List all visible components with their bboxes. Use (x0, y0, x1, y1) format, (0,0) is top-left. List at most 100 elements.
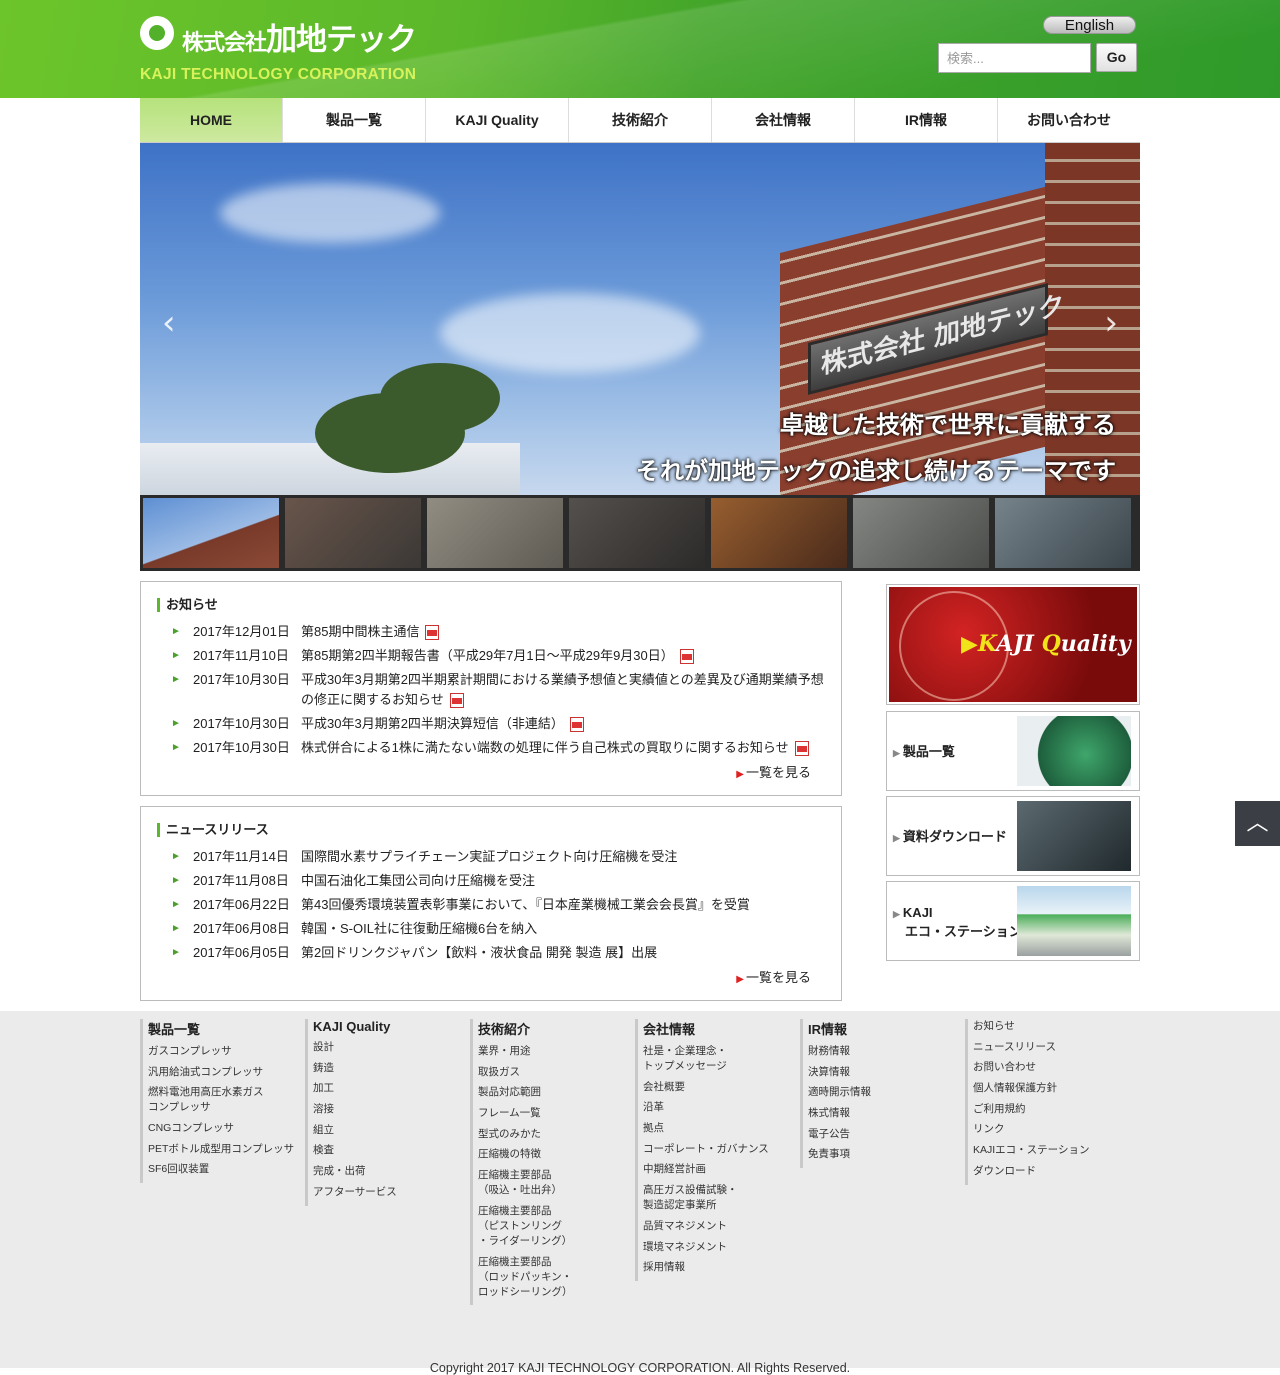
nav-ir[interactable]: IR情報 (855, 98, 998, 142)
footer-link[interactable]: 拠点 (643, 1121, 793, 1136)
search-input[interactable] (938, 43, 1091, 73)
footer-link[interactable]: SF6回収装置 (148, 1162, 298, 1177)
footer-link[interactable]: フレーム一覧 (478, 1106, 628, 1121)
downloads-banner[interactable]: ▶ 資料ダウンロード (886, 796, 1140, 876)
footer-col-title[interactable]: 会社情報 (643, 1019, 793, 1038)
notice-item[interactable]: ► 2017年10月30日 株式併合による1株に満たない端数の処理に伴う自己株式の買… (157, 738, 825, 758)
nav-kaji-quality[interactable]: KAJI Quality (426, 98, 569, 142)
bullet-icon: ► (171, 851, 181, 862)
thumbnail[interactable] (285, 498, 421, 568)
footer-link[interactable]: 業界・用途 (478, 1044, 628, 1059)
footer-link[interactable]: 検査 (313, 1143, 463, 1158)
thumbnail[interactable] (569, 498, 705, 568)
english-button[interactable]: English (1043, 16, 1136, 34)
footer-link[interactable]: ご利用規約 (973, 1102, 1123, 1117)
thumbnail[interactable] (995, 498, 1131, 568)
nav-products[interactable]: 製品一覧 (283, 98, 426, 142)
footer-col-title[interactable]: IR情報 (808, 1019, 958, 1038)
footer-link[interactable]: 採用情報 (643, 1260, 793, 1275)
footer-link[interactable]: 品質マネジメント (643, 1219, 793, 1234)
kaji-quality-label: ▶KAJI Quality (961, 631, 1131, 657)
hero-slider[interactable]: 株式会社 加地テック 卓越した技術で世界に貢献する それが加地テックの追求し続け… (140, 143, 1140, 495)
footer-link[interactable]: 燃料電池用高圧水素ガス コンプレッサ (148, 1085, 298, 1115)
chevron-left-icon[interactable]: ‹ (162, 303, 176, 343)
footer-link[interactable]: PETボトル成型用コンプレッサ (148, 1142, 298, 1157)
footer-col-kaji-quality: KAJI Quality 設計 鋳造 加工 溶接 組立 検査 完成・出荷 アフタ… (305, 1019, 463, 1206)
footer-link[interactable]: ニュースリリース (973, 1040, 1123, 1055)
footer-link[interactable]: 沿革 (643, 1100, 793, 1115)
footer-link[interactable]: 組立 (313, 1123, 463, 1138)
footer-link[interactable]: ダウンロード (973, 1164, 1123, 1179)
news-date: 2017年06月08日 (193, 921, 290, 936)
news-item[interactable]: ► 2017年06月22日 第43回優秀環境装置表彰事業において、『日本産業機械工業… (157, 895, 825, 915)
notice-item[interactable]: ► 2017年10月30日 平成30年3月期第2四半期累計期間における業績予想値と実… (157, 670, 825, 710)
products-banner[interactable]: ▶ 製品一覧 (886, 711, 1140, 791)
footer-link[interactable]: 圧縮機主要部品 （ロッドパッキン・ ロッドシーリング） (478, 1255, 628, 1300)
company-logo[interactable]: 株式会社加地テック KAJI TECHNOLOGY CORPORATION (140, 12, 450, 88)
footer-link[interactable]: 鋳造 (313, 1061, 463, 1076)
footer-link[interactable]: 設計 (313, 1040, 463, 1055)
thumbnail[interactable] (853, 498, 989, 568)
footer-link[interactable]: 取扱ガス (478, 1065, 628, 1080)
footer-link[interactable]: 製品対応範囲 (478, 1085, 628, 1100)
footer-link[interactable]: 圧縮機主要部品 （吸込・吐出弁） (478, 1168, 628, 1198)
thumbnail[interactable] (711, 498, 847, 568)
footer-link[interactable]: 社是・企業理念・ トップメッセージ (643, 1044, 793, 1074)
footer-col-title[interactable]: 製品一覧 (148, 1019, 298, 1038)
footer-link[interactable]: 型式のみかた (478, 1127, 628, 1142)
footer-link[interactable]: 完成・出荷 (313, 1164, 463, 1179)
nav-home[interactable]: HOME (140, 98, 283, 142)
footer-link[interactable]: 加工 (313, 1081, 463, 1096)
notice-item[interactable]: ► 2017年12月01日 第85期中間株主通信 (157, 622, 825, 642)
footer-col-technology: 技術紹介 業界・用途 取扱ガス 製品対応範囲 フレーム一覧 型式のみかた 圧縮機… (470, 1019, 628, 1306)
thumbnail[interactable] (143, 498, 279, 568)
footer-link[interactable]: 適時開示情報 (808, 1085, 958, 1100)
thumbnail[interactable] (427, 498, 563, 568)
news-more-link[interactable]: ▶ 一覧を見る (736, 967, 811, 986)
bullet-icon: ► (171, 674, 181, 685)
footer-link[interactable]: 汎用給油式コンプレッサ (148, 1065, 298, 1080)
hero-caption-line1: 卓越した技術で世界に貢献する (780, 410, 1116, 439)
notice-item[interactable]: ► 2017年10月30日 平成30年3月期第2四半期決算短信（非連結） (157, 714, 825, 734)
search-go-button[interactable]: Go (1096, 43, 1137, 72)
footer-link[interactable]: 溶接 (313, 1102, 463, 1117)
chevron-right-icon[interactable]: › (1104, 303, 1118, 343)
footer-link[interactable]: 圧縮機主要部品 （ピストンリング ・ライダーリング） (478, 1204, 628, 1249)
footer-link[interactable]: 株式情報 (808, 1106, 958, 1121)
eco-station-banner[interactable]: ▶ KAJI エコ・ステーション (886, 881, 1140, 961)
footer-link[interactable]: 環境マネジメント (643, 1240, 793, 1255)
footer-link[interactable]: アフターサービス (313, 1185, 463, 1200)
news-item[interactable]: ► 2017年11月14日 国際間水素サプライチェーン実証プロジェクト向け圧縮機を受… (157, 847, 825, 867)
footer-link[interactable]: 中期経営計画 (643, 1162, 793, 1177)
footer-col-title[interactable]: KAJI Quality (313, 1019, 463, 1034)
footer-link[interactable]: 免責事項 (808, 1147, 958, 1162)
notices-more-link[interactable]: ▶ 一覧を見る (736, 762, 811, 781)
news-item[interactable]: ► 2017年11月08日 中国石油化工集団公司向け圧縮機を受注 (157, 871, 825, 891)
footer-link[interactable]: 電子公告 (808, 1127, 958, 1142)
footer-link[interactable]: 会社概要 (643, 1080, 793, 1095)
kaji-quality-banner[interactable]: ▶KAJI Quality (886, 584, 1140, 705)
footer-link[interactable]: KAJIエコ・ステーション (973, 1143, 1123, 1158)
news-item[interactable]: ► 2017年06月08日 韓国・S-OIL社に往復動圧縮機6台を納入 (157, 919, 825, 939)
footer-link[interactable]: 高圧ガス設備試験・ 製造認定事業所 (643, 1183, 793, 1213)
footer-link[interactable]: 財務情報 (808, 1044, 958, 1059)
footer-col-title[interactable]: 技術紹介 (478, 1019, 628, 1038)
footer-link[interactable]: 圧縮機の特徴 (478, 1147, 628, 1162)
footer-link[interactable]: リンク (973, 1122, 1123, 1137)
footer-link[interactable]: 決算情報 (808, 1065, 958, 1080)
footer-link[interactable]: コーポレート・ガバナンス (643, 1142, 793, 1157)
news-item[interactable]: ► 2017年06月05日 第2回ドリンクジャパン【飲料・液状食品 開発 製造 展】… (157, 943, 825, 963)
footer-link[interactable]: 個人情報保護方針 (973, 1081, 1123, 1096)
downloads-banner-label: ▶ 資料ダウンロード (893, 829, 1007, 844)
footer-link[interactable]: お知らせ (973, 1019, 1123, 1034)
nav-contact[interactable]: お問い合わせ (998, 98, 1140, 142)
news-box: ニュースリリース ► 2017年11月14日 国際間水素サプライチェーン実証プロジェ… (140, 806, 842, 1001)
notice-item[interactable]: ► 2017年11月10日 第85期第2四半期報告書（平成29年7月1日～平成29年… (157, 646, 825, 666)
nav-technology[interactable]: 技術紹介 (569, 98, 712, 142)
back-to-top-button[interactable]: ︿ (1235, 801, 1280, 846)
footer-link[interactable]: CNGコンプレッサ (148, 1121, 298, 1136)
footer-link[interactable]: ガスコンプレッサ (148, 1044, 298, 1059)
footer-link[interactable]: お問い合わせ (973, 1060, 1123, 1075)
nav-company[interactable]: 会社情報 (712, 98, 855, 142)
footer-col-ir: IR情報 財務情報 決算情報 適時開示情報 株式情報 電子公告 免責事項 (800, 1019, 958, 1169)
